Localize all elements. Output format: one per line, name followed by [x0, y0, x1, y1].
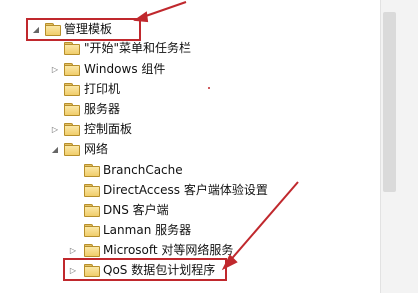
vertical-scrollbar[interactable]	[380, 0, 418, 293]
scrollbar-thumb[interactable]	[383, 12, 396, 192]
annotation-arrow-icon	[133, 1, 299, 271]
